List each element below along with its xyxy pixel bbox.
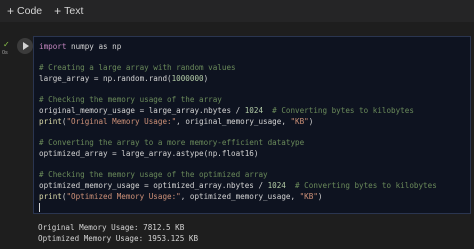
code-token: ) bbox=[308, 116, 314, 126]
add-code-cell-button[interactable]: + Code bbox=[7, 4, 42, 18]
code-token: , original_memory_usage, bbox=[176, 116, 291, 126]
code-token: optimized_array = large_array.astype(np.… bbox=[39, 148, 259, 158]
code-token: 1024 bbox=[267, 180, 286, 190]
code-token: "KB" bbox=[290, 116, 309, 126]
code-editor[interactable]: import numpy as np # Creating a large arr… bbox=[33, 36, 471, 214]
code-token: # Checking the memory usage of the optim… bbox=[39, 170, 268, 180]
output-line: Original Memory Usage: 7812.5 KB bbox=[38, 223, 185, 232]
code-token: , optimized_memory_usage, bbox=[180, 191, 300, 201]
run-cell-button[interactable] bbox=[17, 38, 33, 54]
code-line: print("Optimized Memory Usage:", optimiz… bbox=[34, 192, 470, 203]
execution-time: 0s bbox=[2, 50, 8, 56]
code-line: # Checking the memory usage of the array bbox=[34, 95, 470, 106]
code-cell: import numpy as np # Creating a large arr… bbox=[13, 34, 474, 216]
play-icon bbox=[23, 42, 29, 50]
code-token: numpy as np bbox=[66, 42, 122, 51]
output-line: Optimized Memory Usage: 1953.125 KB bbox=[38, 234, 199, 243]
add-text-cell-button[interactable]: + Text bbox=[54, 4, 83, 18]
plus-icon: + bbox=[54, 4, 62, 18]
cell-output: Original Memory Usage: 7812.5 KB Optimize… bbox=[38, 222, 198, 244]
code-token: import bbox=[39, 42, 67, 51]
code-token: print bbox=[39, 116, 62, 126]
code-token: print bbox=[39, 191, 62, 201]
code-token: # Converting bytes to kilobytes bbox=[263, 106, 414, 116]
code-token: large_array = np.random.rand( bbox=[39, 74, 172, 84]
code-line: # Converting the array to a more memory-… bbox=[34, 138, 470, 149]
code-token: ) bbox=[317, 191, 323, 201]
plus-icon: + bbox=[7, 4, 15, 18]
code-token: "KB" bbox=[299, 191, 318, 201]
code-line: original_memory_usage = large_array.nbyt… bbox=[34, 106, 470, 117]
code-token: # Converting bytes to kilobytes bbox=[285, 180, 437, 190]
code-token: "Optimized Memory Usage:" bbox=[66, 191, 181, 201]
cell-status-gutter: ✓ 0s bbox=[0, 36, 14, 76]
code-token: 1000000 bbox=[171, 74, 204, 84]
code-line: optimized_array = large_array.astype(np.… bbox=[34, 149, 470, 160]
code-line bbox=[34, 202, 470, 213]
code-line: import numpy as np bbox=[34, 42, 470, 53]
notebook-toolbar: + Code + Text bbox=[0, 0, 474, 22]
text-cursor bbox=[39, 202, 40, 212]
add-text-label: Text bbox=[64, 5, 84, 17]
code-line: # Checking the memory usage of the optim… bbox=[34, 170, 470, 181]
code-line: print("Original Memory Usage:", original… bbox=[34, 117, 470, 128]
code-token: original_memory_usage = large_array.nbyt… bbox=[39, 106, 245, 116]
code-token: optimized_memory_usage = optimized_array… bbox=[39, 180, 268, 190]
code-line: optimized_memory_usage = optimized_array… bbox=[34, 181, 470, 192]
check-icon: ✓ bbox=[3, 40, 10, 49]
code-token: # Checking the memory usage of the array bbox=[39, 95, 222, 105]
code-token: "Original Memory Usage:" bbox=[66, 116, 177, 126]
code-line: large_array = np.random.rand(1000000) bbox=[34, 74, 470, 85]
add-code-label: Code bbox=[17, 5, 43, 17]
code-token: # Converting the array to a more memory-… bbox=[39, 138, 305, 148]
code-token: ) bbox=[203, 74, 209, 84]
code-token: # Creating a large array with random val… bbox=[39, 63, 236, 73]
code-line: # Creating a large array with random val… bbox=[34, 63, 470, 74]
code-token: 1024 bbox=[244, 106, 264, 116]
